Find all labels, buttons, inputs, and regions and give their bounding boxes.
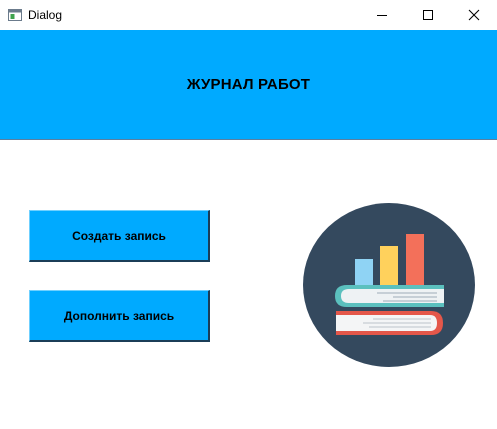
close-button[interactable]	[451, 0, 497, 30]
maximize-button[interactable]	[405, 0, 451, 30]
header-banner: ЖУРНАЛ РАБОТ	[0, 30, 497, 140]
maximize-icon	[423, 10, 433, 20]
window-titlebar[interactable]: Dialog	[0, 0, 497, 30]
window-title: Dialog	[28, 8, 63, 22]
minimize-button[interactable]	[359, 0, 405, 30]
books-chart-logo	[303, 203, 475, 367]
page-title: ЖУРНАЛ РАБОТ	[186, 76, 311, 93]
minimize-icon	[377, 15, 387, 16]
app-window-icon	[8, 8, 22, 22]
create-record-button[interactable]: Создать запись	[29, 210, 210, 262]
append-record-button[interactable]: Дополнить запись	[29, 290, 210, 342]
close-icon	[468, 9, 480, 21]
